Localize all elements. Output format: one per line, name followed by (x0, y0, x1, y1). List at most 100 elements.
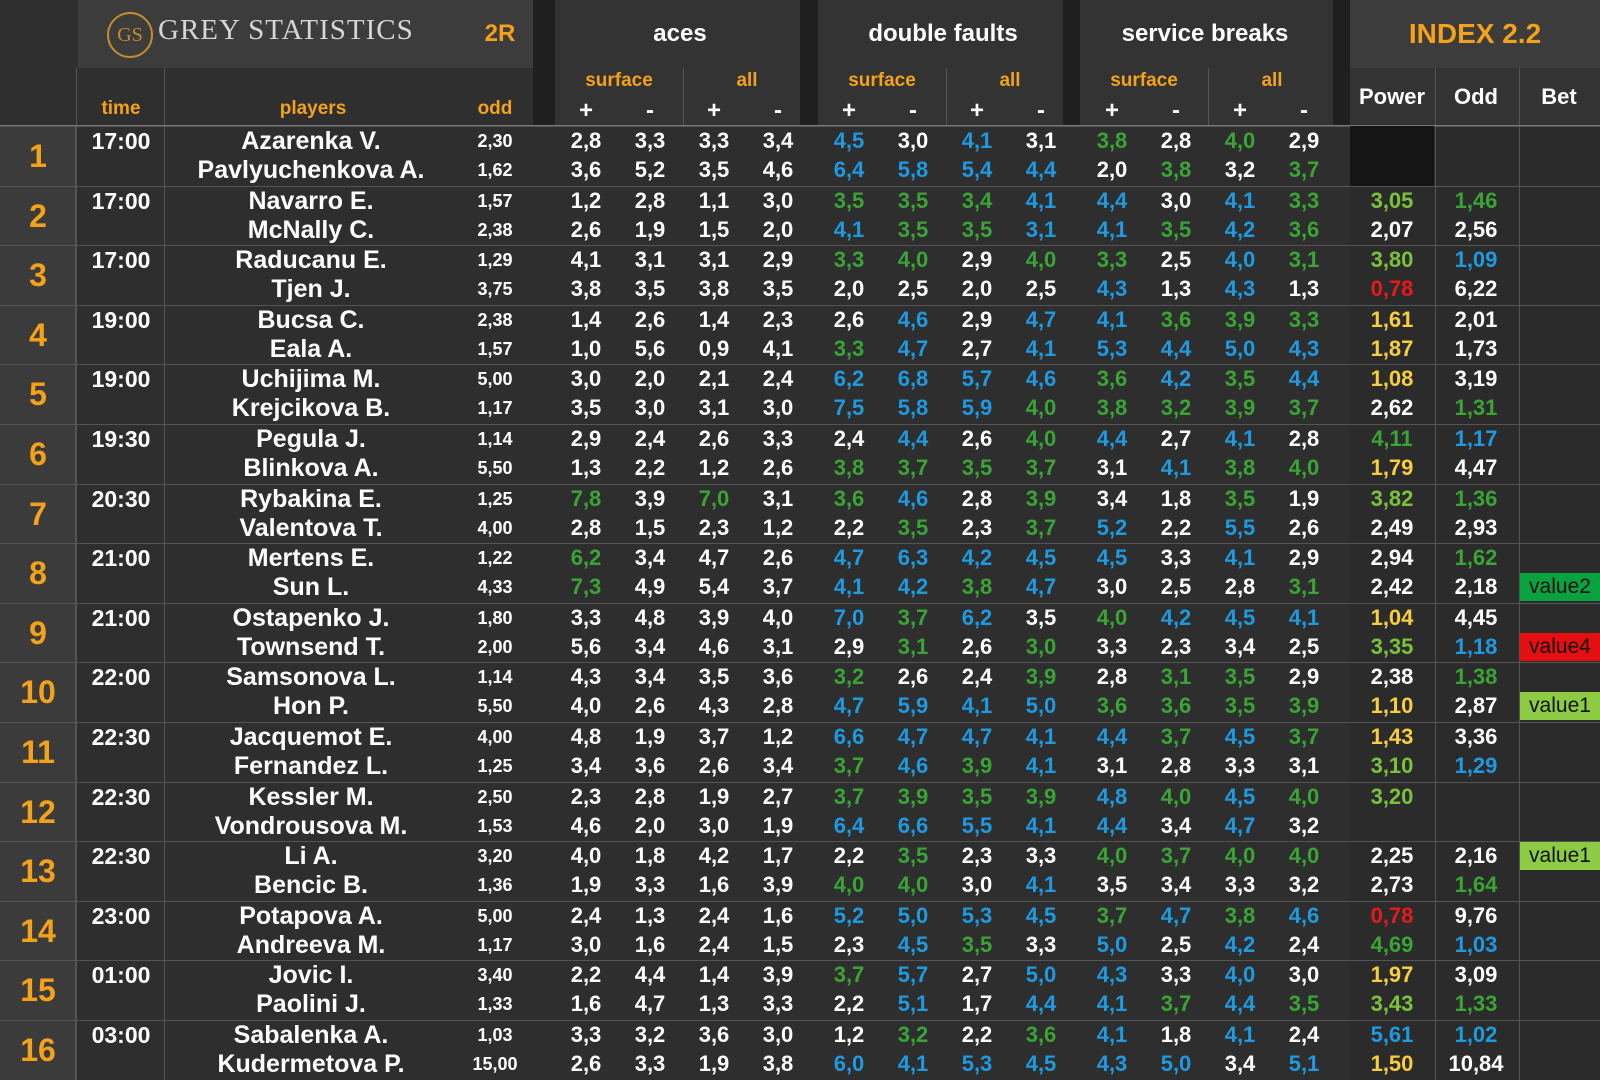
player-1-name[interactable]: Bucsa C. (166, 305, 456, 335)
stat-value: 3,7 (698, 724, 730, 749)
stat-value: 4,0 (570, 843, 602, 868)
stat-value: 1,4 (698, 962, 730, 987)
stat-value: 6,6 (833, 724, 865, 749)
stat-value: 3,5 (1288, 991, 1320, 1016)
player-1-name[interactable]: Ostapenko J. (166, 603, 456, 633)
stat-value: 2,2 (961, 1022, 993, 1047)
bet-badge[interactable]: value4 (1520, 633, 1600, 661)
stat-value: 3,9 (1025, 784, 1057, 809)
player-1-name[interactable]: Navarro E. (166, 186, 456, 216)
stat-value: 2,7 (1160, 426, 1192, 451)
player-2-name[interactable]: Townsend T. (166, 632, 456, 662)
player-1-odd: 3,40 (477, 965, 513, 985)
stat-value: 4,4 (897, 426, 929, 451)
stat-value: 2,0 (961, 276, 993, 301)
stat-value: 3,5 (897, 515, 929, 540)
bet-badge[interactable]: value1 (1520, 842, 1600, 870)
index-odd-value: 1,31 (1454, 395, 1498, 420)
subhead-minus: - (1172, 97, 1180, 124)
stat-value: 4,1 (570, 247, 602, 272)
index-odd-value: 3,36 (1454, 724, 1498, 749)
stat-value: 2,0 (762, 217, 794, 242)
player-2-name[interactable]: Paolini J. (166, 989, 456, 1019)
player-2-name[interactable]: Eala A. (166, 334, 456, 364)
stat-value: 2,6 (961, 426, 993, 451)
stat-value: 3,9 (762, 872, 794, 897)
bet-badge[interactable]: value2 (1520, 573, 1600, 601)
stat-value: 2,8 (961, 486, 993, 511)
stat-value: 3,8 (1160, 157, 1192, 182)
stat-value: 3,4 (1096, 486, 1128, 511)
player-1-name[interactable]: Mertens E. (166, 543, 456, 573)
stat-value: 4,2 (897, 574, 929, 599)
match-time: 22:30 (91, 784, 151, 810)
stat-value: 1,5 (634, 515, 666, 540)
stat-value: 4,7 (897, 724, 929, 749)
player-1-name[interactable]: Li A. (166, 841, 456, 871)
stat-value: 4,3 (1288, 336, 1320, 361)
player-1-name[interactable]: Sabalenka A. (166, 1020, 456, 1050)
player-2-name[interactable]: Bencic B. (166, 870, 456, 900)
stat-value: 7,5 (833, 395, 865, 420)
index-odd-value: 1,29 (1454, 753, 1498, 778)
match-time: 22:30 (91, 843, 151, 869)
stat-value: 3,5 (961, 455, 993, 480)
player-1-name[interactable]: Pegula J. (166, 424, 456, 454)
stat-value: 4,2 (1224, 217, 1256, 242)
player-1-odd: 2,38 (477, 310, 513, 330)
player-2-name[interactable]: Krejcikova B. (166, 393, 456, 423)
player-2-name[interactable]: Pavlyuchenkova A. (166, 155, 456, 185)
stat-value: 1,9 (1288, 486, 1320, 511)
subhead-minus: - (646, 97, 654, 124)
stat-value: 5,2 (1096, 515, 1128, 540)
stat-value: 3,4 (570, 753, 602, 778)
player-2-name[interactable]: Kudermetova P. (166, 1049, 456, 1079)
player-2-name[interactable]: Andreeva M. (166, 930, 456, 960)
stat-value: 3,2 (833, 664, 865, 689)
stat-value: 4,1 (833, 217, 865, 242)
stat-value: 4,4 (1288, 366, 1320, 391)
player-2-name[interactable]: Tjen J. (166, 274, 456, 304)
stat-value: 2,6 (762, 455, 794, 480)
stat-value: 6,8 (897, 366, 929, 391)
player-2-name[interactable]: Vondrousova M. (166, 811, 456, 841)
stat-value: 3,9 (1224, 307, 1256, 332)
subhead-service-breaks-surface: surface (1110, 70, 1178, 91)
stat-value: 4,4 (634, 962, 666, 987)
stat-value: 3,7 (1160, 843, 1192, 868)
match-number: 1 (29, 138, 47, 174)
bet-badge[interactable]: value1 (1520, 692, 1600, 720)
stat-value: 3,1 (1288, 753, 1320, 778)
player-2-name[interactable]: Sun L. (166, 572, 456, 602)
stat-value: 5,1 (897, 991, 929, 1016)
player-1-name[interactable]: Potapova A. (166, 901, 456, 931)
stat-value: 3,1 (1288, 247, 1320, 272)
player-2-name[interactable]: Blinkova A. (166, 453, 456, 483)
power-value: 2,73 (1370, 872, 1414, 897)
player-2-name[interactable]: McNally C. (166, 215, 456, 245)
player-1-name[interactable]: Jacquemot E. (166, 722, 456, 752)
stat-value: 2,6 (833, 307, 865, 332)
player-1-name[interactable]: Azarenka V. (166, 126, 456, 156)
stat-value: 3,2 (1288, 813, 1320, 838)
player-1-name[interactable]: Raducanu E. (166, 245, 456, 275)
player-1-name[interactable]: Jovic I. (166, 960, 456, 990)
player-2-name[interactable]: Hon P. (166, 691, 456, 721)
player-1-name[interactable]: Uchijima M. (166, 364, 456, 394)
stat-value: 4,1 (1025, 872, 1057, 897)
player-2-name[interactable]: Fernandez L. (166, 751, 456, 781)
stat-value: 3,5 (1224, 366, 1256, 391)
player-2-name[interactable]: Valentova T. (166, 513, 456, 543)
stat-value: 3,6 (1096, 366, 1128, 391)
match-number: 13 (20, 853, 56, 889)
player-1-name[interactable]: Kessler M. (166, 782, 456, 812)
player-1-name[interactable]: Samsonova L. (166, 662, 456, 692)
stat-value: 5,9 (961, 395, 993, 420)
header-stats-panel (555, 0, 1333, 126)
stat-value: 3,9 (1288, 693, 1320, 718)
player-1-name[interactable]: Rybakina E. (166, 484, 456, 514)
stat-value: 2,0 (634, 813, 666, 838)
stat-value: 3,3 (1025, 932, 1057, 957)
player-1-odd: 1,14 (477, 429, 513, 449)
stat-value: 3,5 (1025, 605, 1057, 630)
